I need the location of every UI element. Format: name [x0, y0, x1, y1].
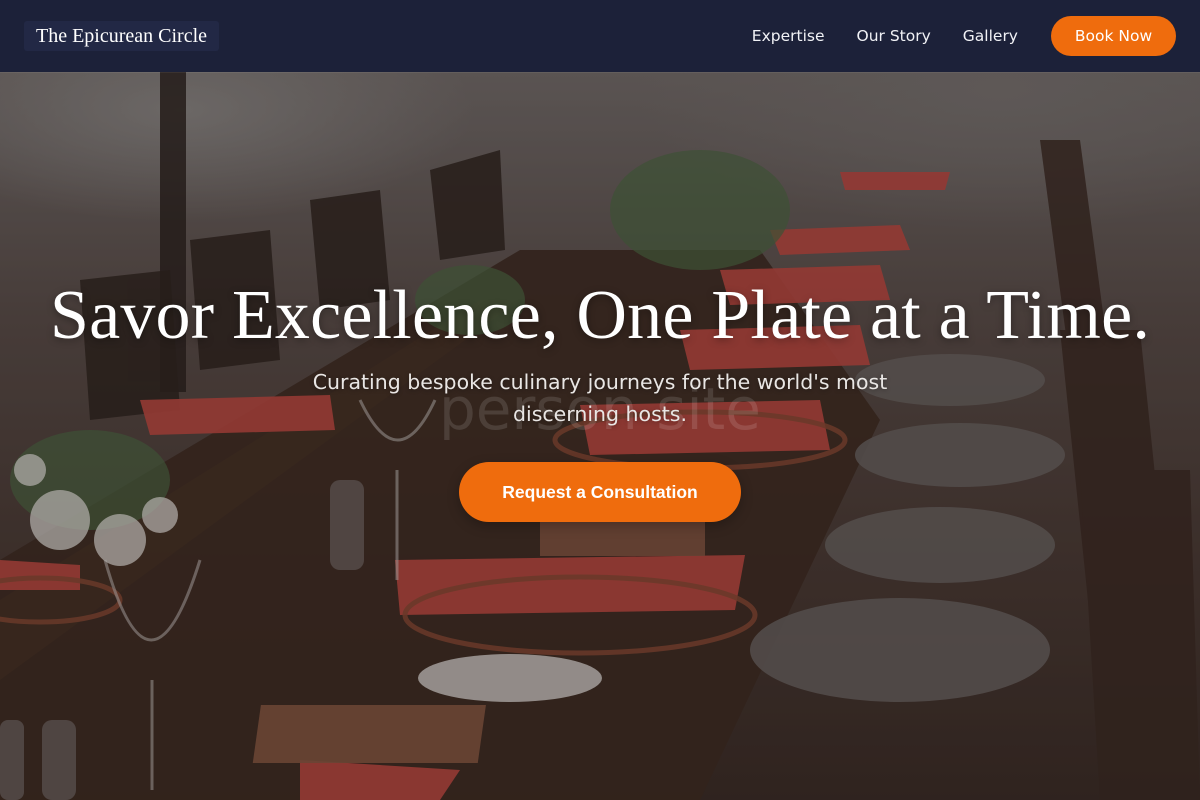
book-now-button[interactable]: Book Now	[1051, 16, 1176, 56]
nav-link-gallery[interactable]: Gallery	[963, 27, 1018, 45]
nav-link-our-story[interactable]: Our Story	[857, 27, 931, 45]
top-navbar: The Epicurean Circle Expertise Our Story…	[0, 0, 1200, 72]
nav-links: Expertise Our Story Gallery Book Now	[752, 16, 1176, 56]
hero-subtitle: Curating bespoke culinary journeys for t…	[312, 370, 888, 426]
request-consultation-button[interactable]: Request a Consultation	[459, 462, 741, 522]
hero-title: Savor Excellence, One Plate at a Time.	[49, 277, 1151, 354]
nav-link-expertise[interactable]: Expertise	[752, 27, 825, 45]
brand-logo[interactable]: The Epicurean Circle	[24, 21, 220, 51]
